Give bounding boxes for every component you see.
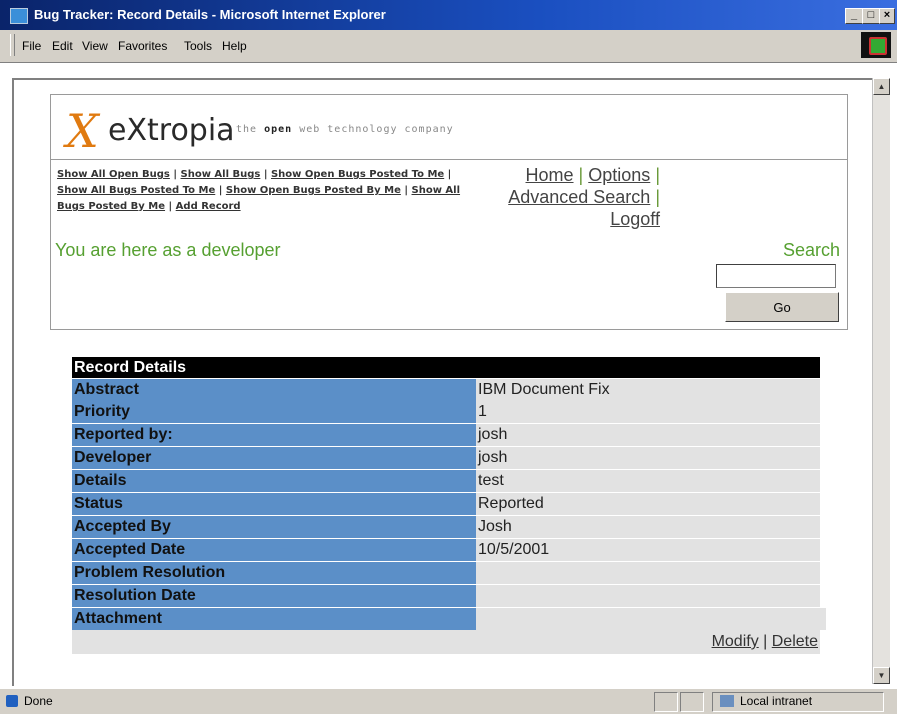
role-message: You are here as a developer [55, 240, 281, 260]
row-label: Accepted Date [72, 539, 476, 561]
title-bar: Bug Tracker: Record Details - Microsoft … [0, 0, 897, 30]
header-divider [50, 159, 848, 160]
extropia-logo-icon: X [66, 104, 99, 158]
scroll-up-icon[interactable]: ▲ [873, 78, 890, 95]
logo-text: eXtropia [108, 113, 235, 148]
row-value: Reported [476, 493, 820, 515]
modify-link[interactable]: Modify [712, 633, 759, 650]
local-intranet-icon [720, 695, 734, 707]
delete-link[interactable]: Delete [772, 633, 818, 650]
row-value: josh [476, 447, 820, 469]
vertical-scrollbar[interactable]: ▲ ▼ [872, 78, 890, 684]
menu-bar: File Edit View Favorites Tools Help [0, 30, 897, 63]
row-label: Attachment [72, 608, 476, 630]
window-title: Bug Tracker: Record Details - Microsoft … [34, 7, 386, 22]
link-show-all-bugs-posted-to-me[interactable]: Show All Bugs Posted To Me [57, 185, 215, 196]
logo-tagline: the open web technology company [236, 124, 454, 135]
row-label: Abstract [72, 379, 476, 401]
row-value: IBM Document Fix [476, 379, 820, 401]
row-value [476, 585, 820, 607]
row-label: Developer [72, 447, 476, 469]
row-label: Details [72, 470, 476, 492]
row-value: Josh [476, 516, 820, 538]
row-value [476, 608, 826, 630]
status-bar: Done Local intranet [0, 688, 897, 714]
row-label: Problem Resolution [72, 562, 476, 584]
menu-edit[interactable]: Edit [52, 39, 73, 53]
search-input[interactable] [716, 264, 836, 288]
go-button[interactable]: Go [725, 292, 839, 322]
row-label: Reported by: [72, 424, 476, 446]
row-label: Status [72, 493, 476, 515]
link-options[interactable]: Options [588, 165, 650, 185]
windows-logo-icon [861, 32, 891, 58]
link-home[interactable]: Home [526, 165, 574, 185]
status-text: Done [24, 694, 53, 708]
link-logoff[interactable]: Logoff [610, 209, 660, 229]
row-label: Priority [72, 401, 476, 423]
menu-favorites[interactable]: Favorites [118, 39, 167, 53]
row-value: test [476, 470, 820, 492]
ie-app-icon[interactable] [10, 8, 28, 24]
row-value: 10/5/2001 [476, 539, 820, 561]
row-value: josh [476, 424, 820, 446]
menu-file[interactable]: File [22, 39, 41, 53]
link-add-record[interactable]: Add Record [176, 201, 241, 212]
status-cell [680, 692, 704, 712]
scroll-down-icon[interactable]: ▼ [873, 667, 890, 684]
link-show-open-bugs-posted-by-me[interactable]: Show Open Bugs Posted By Me [226, 185, 401, 196]
row-value: 1 [476, 401, 820, 423]
menu-help[interactable]: Help [222, 39, 247, 53]
link-show-all-bugs[interactable]: Show All Bugs [181, 169, 261, 180]
link-show-all-open-bugs[interactable]: Show All Open Bugs [57, 169, 170, 180]
status-cell [654, 692, 678, 712]
link-show-open-bugs-posted-to-me[interactable]: Show Open Bugs Posted To Me [271, 169, 444, 180]
menu-view[interactable]: View [82, 39, 108, 53]
close-button[interactable]: × [879, 8, 895, 24]
maximize-button[interactable]: □ [862, 8, 880, 24]
menu-tools[interactable]: Tools [184, 39, 212, 53]
record-details-title: Record Details [72, 357, 820, 378]
row-label: Resolution Date [72, 585, 476, 607]
search-label: Search [782, 240, 840, 260]
security-zone-label: Local intranet [740, 694, 813, 708]
row-value [476, 562, 820, 584]
link-advanced-search[interactable]: Advanced Search [508, 187, 650, 207]
record-actions: Modify | Delete [72, 630, 820, 654]
nav-small-links: Show All Open Bugs | Show All Bugs | Sho… [57, 169, 461, 212]
minimize-button[interactable]: _ [845, 8, 863, 24]
toolbar-grip[interactable] [10, 34, 15, 56]
nav-big-links: Home | Options | Advanced Search | Logof… [508, 165, 660, 229]
row-label: Accepted By [72, 516, 476, 538]
page-done-icon [6, 695, 18, 707]
